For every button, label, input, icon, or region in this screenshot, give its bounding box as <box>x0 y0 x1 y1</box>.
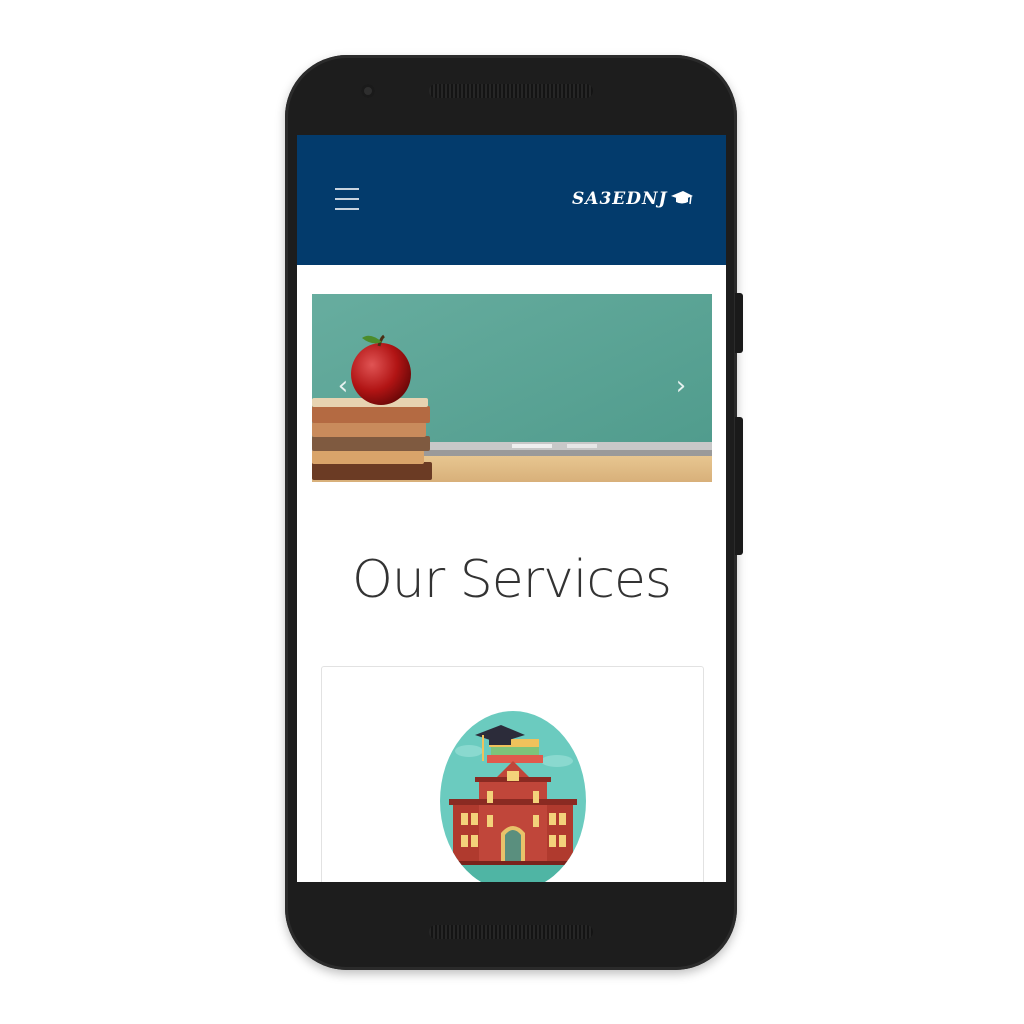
hamburger-menu-icon[interactable] <box>335 188 359 212</box>
hero-slide-image <box>312 294 712 482</box>
hero-carousel[interactable]: ‹ › <box>312 294 712 482</box>
bottom-speaker-grille <box>429 925 593 939</box>
service-card[interactable] <box>321 666 704 882</box>
graduation-cap-icon <box>670 191 693 205</box>
phone-frame: SA3EDNJ ‹ › Our Services <box>285 55 743 970</box>
services-heading: Our Services <box>351 550 672 610</box>
brand-logo-text: SA3EDNJ <box>572 189 668 209</box>
volume-button <box>735 417 743 555</box>
phone-screen: SA3EDNJ ‹ › Our Services <box>297 135 726 882</box>
power-button <box>735 293 743 353</box>
brand-logo[interactable]: SA3EDNJ <box>572 189 694 209</box>
school-building-illustration <box>440 711 586 882</box>
top-navbar: SA3EDNJ <box>297 135 726 265</box>
front-camera <box>361 84 375 98</box>
chevron-left-icon: ‹ <box>337 371 349 401</box>
chevron-right-icon: › <box>675 371 687 401</box>
page-canvas: SA3EDNJ ‹ › Our Services <box>0 0 1024 1024</box>
top-speaker-grille <box>429 84 593 98</box>
carousel-prev-button[interactable]: ‹ <box>332 371 354 401</box>
carousel-next-button[interactable]: › <box>670 371 692 401</box>
